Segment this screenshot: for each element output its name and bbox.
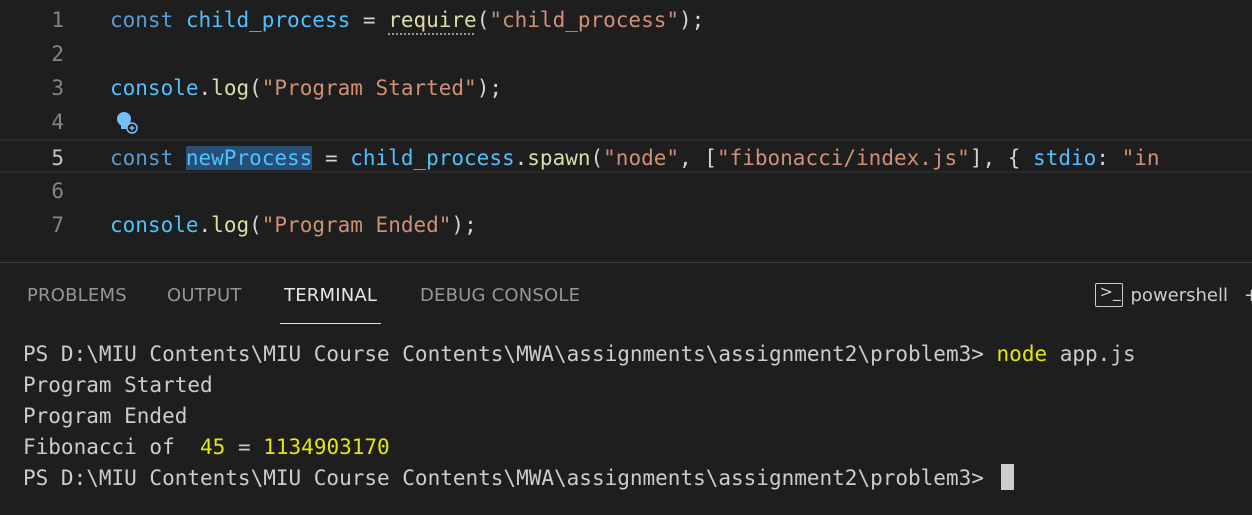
fib-eq: = — [225, 435, 263, 459]
lightbulb-icon[interactable] — [114, 110, 138, 134]
code-text: console.log("Program Ended"); — [110, 208, 477, 242]
terminal-prompt: PS D:\MIU Contents\MIU Course Contents\M… — [23, 342, 997, 366]
terminal-line: Fibonacci of 45 = 1134903170 — [23, 432, 1136, 463]
code-line[interactable]: 3 console.log("Program Started"); — [0, 71, 1252, 105]
line-number: 5 — [0, 141, 64, 175]
terminal-line: Program Ended — [23, 401, 1136, 432]
line-number: 7 — [0, 208, 64, 242]
code-line[interactable]: 4 — [0, 105, 1252, 139]
code-line[interactable]: 7 console.log("Program Ended"); — [0, 208, 1252, 242]
fib-label: Fibonacci of — [23, 435, 200, 459]
code-line[interactable]: 5 const newProcess = child_process.spawn(… — [0, 139, 1252, 173]
code-line[interactable]: 2 — [0, 37, 1252, 71]
line-number: 3 — [0, 71, 64, 105]
line-number: 6 — [0, 174, 64, 208]
terminal-line: PS D:\MIU Contents\MIU Course Contents\M… — [23, 339, 1136, 370]
code-text: console.log("Program Started"); — [110, 71, 502, 105]
terminal-line: Program Started — [23, 370, 1136, 401]
terminal-line: PS D:\MIU Contents\MIU Course Contents\M… — [23, 463, 1136, 494]
shell-name: powershell — [1131, 285, 1229, 306]
code-line[interactable]: 1 const child_process = require("child_pr… — [0, 3, 1252, 37]
line-number: 2 — [0, 37, 64, 71]
terminal-command: node — [997, 342, 1048, 366]
code-text: const newProcess = child_process.spawn("… — [110, 141, 1160, 175]
terminal-output[interactable]: PS D:\MIU Contents\MIU Course Contents\M… — [23, 339, 1136, 494]
code-editor[interactable]: 1 const child_process = require("child_pr… — [0, 0, 1252, 262]
plus-icon[interactable]: + — [1244, 285, 1252, 306]
code-line[interactable]: 6 — [0, 174, 1252, 208]
terminal-shell-selector[interactable]: >_ powershell + — [1095, 277, 1252, 313]
line-number: 1 — [0, 3, 64, 37]
tab-output[interactable]: OUTPUT — [167, 263, 242, 323]
terminal-cursor — [1001, 464, 1014, 490]
panel-tab-bar: PROBLEMS OUTPUT TERMINAL DEBUG CONSOLE >… — [0, 263, 1252, 325]
code-text: const child_process = require("child_pro… — [110, 3, 704, 37]
fib-n: 45 — [200, 435, 225, 459]
fib-result: 1134903170 — [263, 435, 389, 459]
bottom-panel: PROBLEMS OUTPUT TERMINAL DEBUG CONSOLE >… — [0, 262, 1252, 515]
tab-terminal[interactable]: TERMINAL — [284, 263, 377, 323]
line-number: 4 — [0, 105, 64, 139]
terminal-prompt: PS D:\MIU Contents\MIU Course Contents\M… — [23, 466, 997, 490]
terminal-command-args: app.js — [1047, 342, 1136, 366]
terminal-powershell-icon: >_ — [1095, 283, 1123, 307]
tab-problems[interactable]: PROBLEMS — [27, 263, 127, 323]
tab-debug-console[interactable]: DEBUG CONSOLE — [420, 263, 580, 323]
